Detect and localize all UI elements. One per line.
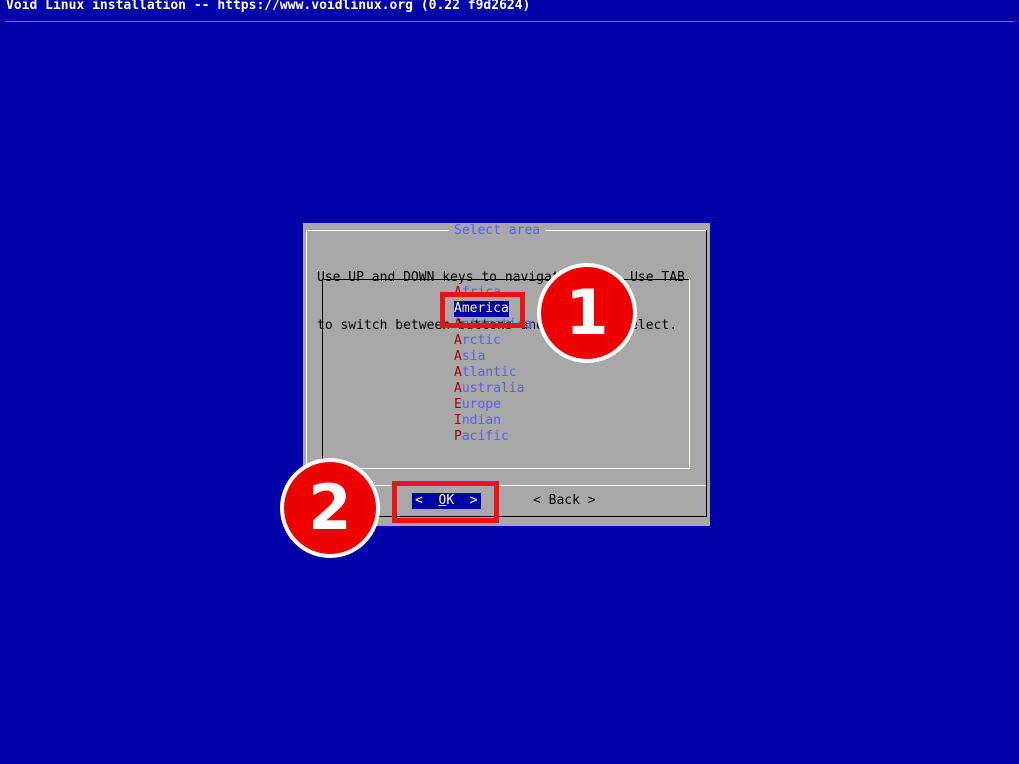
highlight-america (440, 292, 525, 328)
menu-item-indian[interactable]: Indian (454, 413, 532, 429)
hotkey-letter: A (454, 333, 462, 348)
hotkey-letter: A (454, 381, 462, 396)
hotkey-letter: I (454, 413, 462, 428)
menu-item-label: acific (461, 429, 509, 444)
menu-item-arctic[interactable]: Arctic (454, 333, 532, 349)
back-button[interactable]: < Back > (533, 493, 596, 509)
menu-item-atlantic[interactable]: Atlantic (454, 365, 532, 381)
menu-item-label: ustralia (461, 381, 525, 396)
menu-item-pacific[interactable]: Pacific (454, 429, 532, 445)
step-1-badge: 1 (537, 263, 637, 363)
menu-item-label: urope (461, 397, 501, 412)
hotkey-letter: A (454, 349, 462, 364)
menu-item-asia[interactable]: Asia (454, 349, 532, 365)
menu-item-label: ndian (461, 413, 501, 428)
menu-item-australia[interactable]: Australia (454, 381, 532, 397)
dialog-border-right (706, 230, 707, 516)
menu-item-label: tlantic (461, 365, 517, 380)
menu-item-label: rctic (461, 333, 501, 348)
hotkey-letter: A (454, 365, 462, 380)
step-2-badge: 2 (280, 458, 380, 558)
hotkey-letter: E (454, 397, 462, 412)
hotkey-letter: P (454, 429, 462, 444)
highlight-ok-button (392, 481, 499, 523)
title-divider (6, 21, 1014, 22)
dialog-title: Select area (449, 223, 546, 239)
menu-item-label: sia (461, 349, 486, 364)
menu-item-europe[interactable]: Europe (454, 397, 532, 413)
window-title: Void Linux installation -- https://www.v… (6, 0, 531, 13)
